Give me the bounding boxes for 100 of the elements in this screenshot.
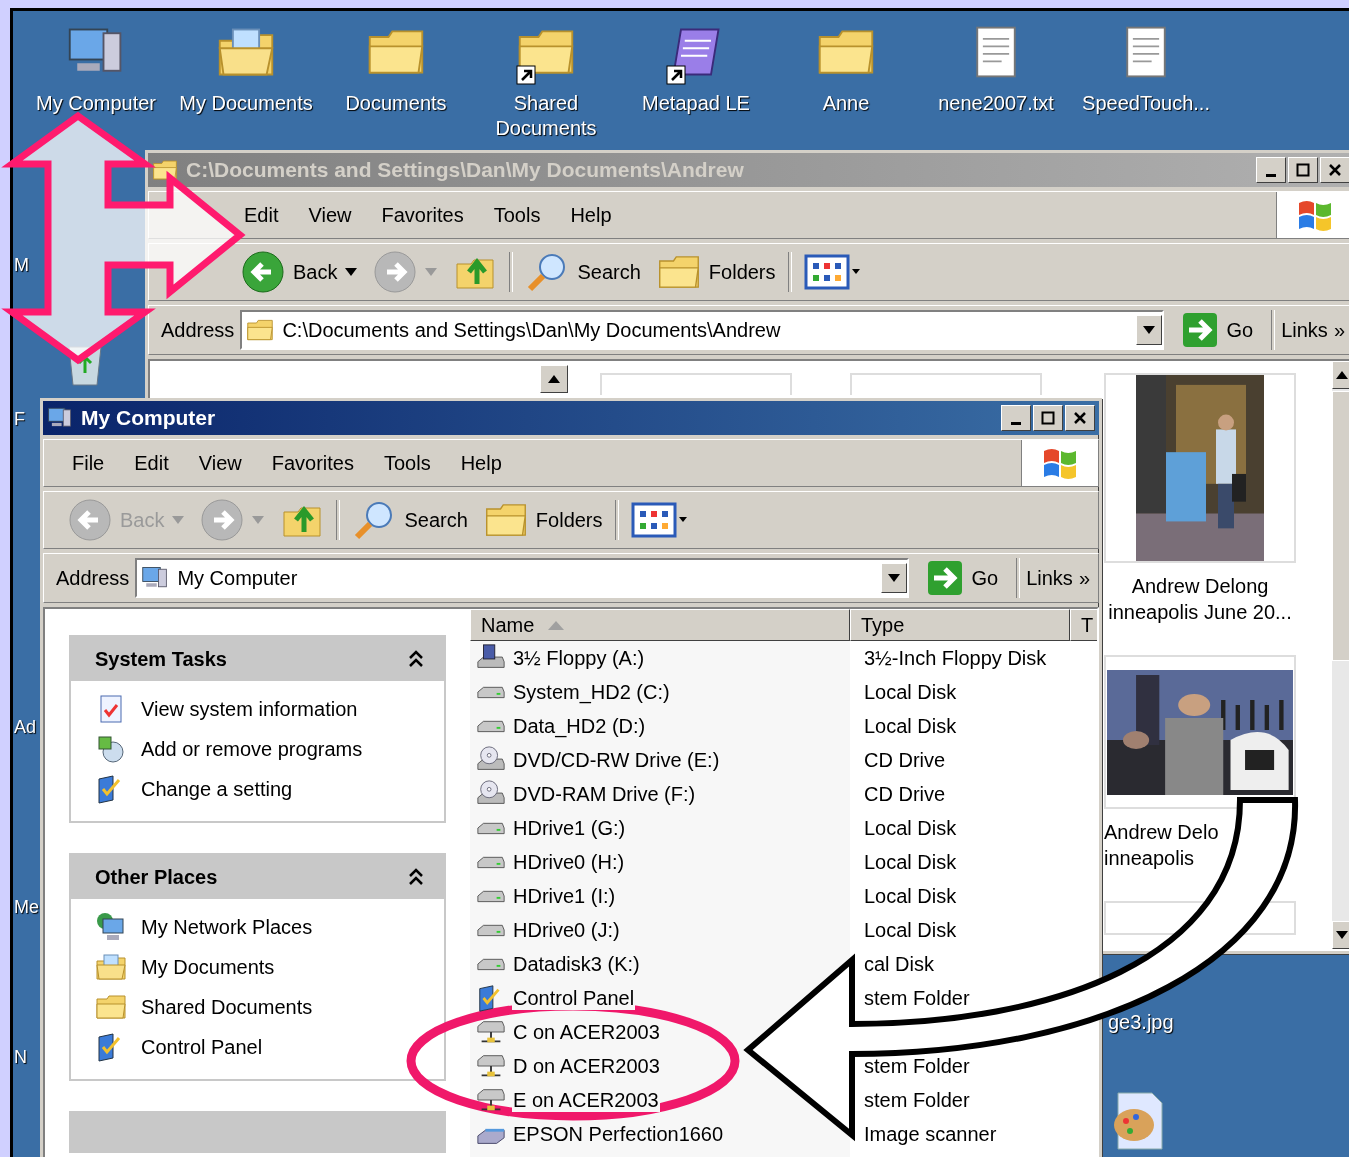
close-button[interactable] [1320,157,1349,183]
scrollbar-thumb[interactable] [1332,391,1349,661]
desktop-icon-label[interactable]: My Documents [179,91,313,116]
caret-icon [888,574,901,582]
desktop-icon-label[interactable]: Documents [345,91,447,116]
menu-item[interactable]: Help [460,451,502,475]
folders-button[interactable]: Folders [479,496,607,544]
menu-item[interactable]: View [198,451,242,475]
collapse-chevron-icon[interactable] [408,650,424,668]
table-cell-text: cal Disk [863,952,934,976]
scroll-down-button[interactable] [1332,921,1349,949]
menu-item[interactable]: Favorites [271,451,354,475]
links-button[interactable]: Links [1026,566,1073,590]
programs-icon [95,733,127,765]
desktop-icon-label[interactable]: nene2007.txt [938,91,1054,116]
back-button[interactable]: Back [237,248,362,296]
dropdown-button[interactable] [881,563,908,593]
task-link[interactable]: Add or remove programs [141,737,363,761]
panel-title: Other Places [95,865,218,889]
collapse-chevron-icon[interactable] [408,868,424,886]
desktop-icon-label[interactable]: Ad [14,717,37,738]
task-link[interactable]: Change a setting [141,777,293,801]
task-link[interactable]: My Documents [141,955,275,979]
documents-folder-icon [95,951,127,983]
minimize-button[interactable] [1001,405,1031,431]
menu-item[interactable]: Edit [244,203,279,227]
maximize-icon [1296,163,1310,177]
desktop-icon-label[interactable]: Metapad LE [642,91,750,116]
close-icon [1073,411,1087,425]
menu-item[interactable]: File [72,451,105,475]
sort-arrow-icon [548,620,565,630]
address-field[interactable]: My Computer [135,558,910,598]
desktop-icon-label[interactable]: M [14,255,29,276]
column-header[interactable]: T [1070,609,1097,641]
window-title: C:\Documents and Settings\Dan\My Documents\Andrew [186,158,745,182]
desktop-icon-label[interactable]: SpeedTouch... [1082,91,1210,116]
scroll-up-button[interactable] [540,365,568,393]
menu-item[interactable]: Tools [383,451,431,475]
maximize-button[interactable] [1288,157,1318,183]
window-title: My Computer [81,406,217,430]
thumbnail-frame[interactable] [850,373,1042,395]
table-cell-text: stem Folder [863,1054,970,1078]
menu-item[interactable]: Favorites [381,203,464,227]
minimize-icon [1011,421,1021,425]
search-button[interactable]: Search [521,248,645,296]
task-link[interactable]: Control Panel [141,1035,263,1059]
caret-icon [1143,326,1156,334]
caret-icon [425,268,438,276]
table-cell-text: CD Drive [863,782,946,806]
table-cell-text: Local Disk [863,918,957,942]
close-button[interactable] [1065,405,1095,431]
column-header[interactable]: Type [850,609,1070,641]
network-computer-icon [95,911,127,943]
more-chevron[interactable]: » [1333,318,1345,342]
table-cell-text: Local Disk [863,884,957,908]
scroll-up-button[interactable] [1332,361,1349,389]
table-cell-text: stem Folder [863,986,970,1010]
arrow-up-icon [1336,371,1348,379]
address-label: Address [56,566,130,590]
table-cell-text: stem Folder [863,1088,970,1112]
minimize-icon [1266,173,1276,177]
more-chevron[interactable]: » [1078,566,1090,590]
menu-item[interactable]: View [308,203,352,227]
menu-item[interactable]: Tools [493,203,541,227]
maximize-icon [1041,411,1055,425]
table-cell-text: 3½-Inch Floppy Disk [863,646,1047,670]
thumbnail-frame[interactable] [600,373,792,395]
desktop-icon-label[interactable]: Shared Documents [476,91,616,141]
caret-icon [252,516,265,524]
go-button[interactable]: Go [1170,312,1266,348]
address-field[interactable]: C:\Documents and Settings\Dan\My Documents\Andrew [240,310,1165,350]
desktop-icon-label[interactable]: Anne [822,91,870,116]
table-cell-text: Local Disk [863,680,957,704]
desktop-icon-label[interactable]: My Computer [36,91,156,116]
minimize-button[interactable] [1256,157,1286,183]
dropdown-button[interactable] [1136,315,1163,345]
caret-icon [1336,931,1348,939]
close-icon [1328,163,1342,177]
task-link[interactable]: View system information [141,697,358,721]
desktop-icon-label[interactable]: F [14,409,25,430]
thumbnail-caption[interactable]: Andrew Delong inneapolis June 20... [1108,573,1292,625]
task-link[interactable]: Shared Documents [141,995,313,1019]
maximize-button[interactable] [1033,405,1063,431]
address-label: Address [161,318,235,342]
desktop-icon-label[interactable]: Me [14,897,39,918]
desktop-icon-label[interactable]: ge3.jpg [1108,1011,1174,1034]
task-link[interactable]: My Network Places [141,915,313,939]
column-header[interactable]: Name [470,609,850,641]
search-button[interactable]: Search [348,496,472,544]
table-cell-text: Image scanner [863,1122,997,1146]
panel-title: System Tasks [95,647,227,671]
folders-button[interactable]: Folders [652,248,780,296]
table-cell-text: Local Disk [863,816,957,840]
menu-item[interactable]: Edit [134,451,169,475]
menu-item[interactable]: Help [570,203,612,227]
links-button[interactable]: Links [1281,318,1328,342]
go-button[interactable]: Go [915,560,1011,596]
desktop-icon-label[interactable]: N [14,1047,27,1068]
thumbnail-caption[interactable]: Andrew Delo inneapolis [1100,819,1219,871]
arrow-up-icon [548,375,560,383]
